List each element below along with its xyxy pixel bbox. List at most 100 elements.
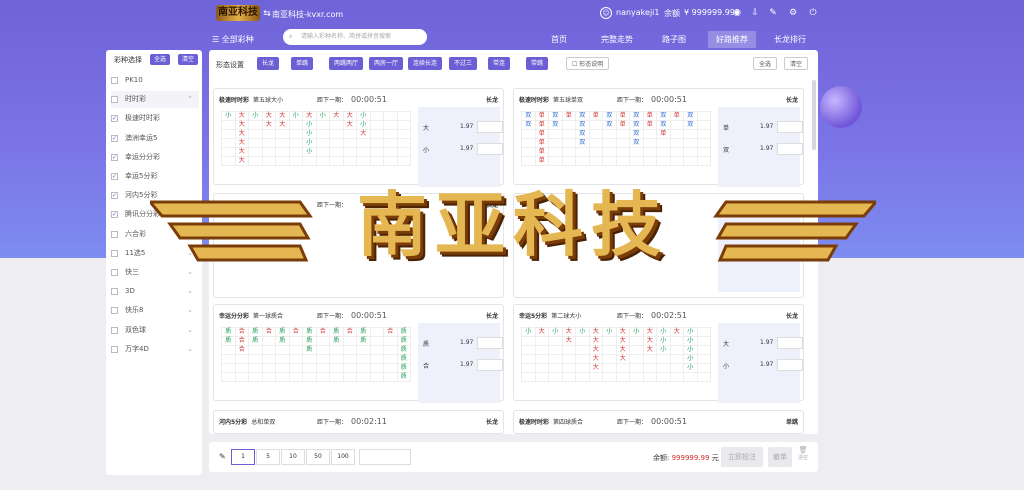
road-cell bbox=[315, 138, 330, 148]
edit-amount-icon[interactable]: ✎ bbox=[219, 452, 226, 461]
checkbox-icon[interactable] bbox=[111, 307, 118, 315]
trend-card[interactable]: 幸运5分彩 第二球大小 距下一期： 00:02:51 长龙小大小大小大小大小大小大小大大… bbox=[513, 304, 804, 403]
sidebar-item[interactable]: PK10 bbox=[111, 72, 199, 89]
checkbox-icon[interactable]: ✓ bbox=[111, 153, 118, 161]
checkbox-icon[interactable] bbox=[111, 269, 118, 276]
bet-amount-input[interactable] bbox=[777, 121, 803, 133]
pattern-filter-button[interactable]: 带跳 bbox=[526, 57, 549, 70]
checkbox-icon[interactable]: ✓ bbox=[111, 115, 118, 123]
checkbox-icon[interactable] bbox=[111, 288, 118, 296]
eye-icon[interactable]: ◉ bbox=[732, 8, 742, 18]
sidebar-clear-button[interactable]: 清空 bbox=[178, 54, 199, 65]
checkbox-icon[interactable]: ✓ bbox=[111, 173, 118, 180]
nav-home[interactable]: 首页 bbox=[551, 34, 567, 45]
power-icon[interactable]: ⏻ bbox=[808, 8, 818, 18]
road-cell bbox=[602, 372, 617, 382]
trend-card[interactable]: 河内5分彩 总和单双 距下一期： 00:02:11 长龙 bbox=[213, 410, 504, 434]
nav-recommended[interactable]: 好路推荐 bbox=[708, 31, 756, 48]
nav-road-chart[interactable]: 路子图 bbox=[662, 34, 686, 45]
trend-card[interactable]: 幸运分分彩 第一球质合 距下一期： 00:00:51 长龙质合质合质合质合质合质合质质合… bbox=[213, 304, 504, 403]
quick-amount-button[interactable]: 10 bbox=[281, 449, 305, 465]
sidebar-item[interactable]: ✓ 极速时时彩 bbox=[111, 110, 199, 127]
bet-amount-input[interactable] bbox=[477, 359, 503, 371]
cancel-bet-button[interactable]: 撤单 bbox=[768, 447, 792, 467]
scrollbar[interactable] bbox=[812, 80, 816, 150]
bet-amount-input[interactable] bbox=[477, 121, 503, 133]
sidebar-item[interactable]: 万字4D ⌄ bbox=[111, 341, 199, 358]
card-countdown: 距下一期： 00:00:51 bbox=[617, 95, 687, 104]
all-categories-button[interactable]: ☰ 全部彩种 bbox=[212, 34, 254, 45]
road-cell: 双 bbox=[629, 129, 644, 139]
filter-select-all-button[interactable]: 全选 bbox=[753, 57, 778, 70]
bet-amount-input[interactable] bbox=[477, 337, 503, 349]
road-cell bbox=[642, 147, 657, 157]
checkbox-icon[interactable] bbox=[111, 96, 118, 104]
road-cell bbox=[315, 120, 330, 130]
nav-streak-rank[interactable]: 长龙排行 bbox=[774, 34, 806, 45]
search-input[interactable]: ⌕ 请输入彩种名称、简拼或拼音搜索 bbox=[283, 29, 427, 45]
chevron-down-icon: ⌄ bbox=[187, 306, 193, 315]
download-icon[interactable]: ⇩ bbox=[750, 8, 760, 18]
road-cell: 质 bbox=[356, 327, 371, 337]
checkbox-icon[interactable] bbox=[111, 345, 118, 353]
clear-bet-button[interactable]: 🗑 清空 bbox=[798, 446, 808, 461]
filter-label: 形态设置 bbox=[216, 61, 244, 69]
pattern-filter-button[interactable]: 两跳两厅 bbox=[329, 57, 364, 70]
settings-icon[interactable]: ⚙ bbox=[788, 8, 798, 18]
checkbox-icon[interactable] bbox=[111, 326, 118, 334]
pattern-filter-button[interactable]: 长龙 bbox=[257, 57, 280, 70]
quick-amount-button[interactable]: 50 bbox=[306, 449, 330, 465]
checkbox-icon[interactable] bbox=[111, 230, 118, 238]
trend-card[interactable]: 极速时时彩 第四球质合 距下一期： 00:00:51 单跳 bbox=[513, 410, 804, 434]
sidebar-item[interactable]: ✓ 澳洲幸运5 bbox=[111, 130, 199, 147]
bet-amount-input[interactable] bbox=[477, 143, 503, 155]
checkbox-icon[interactable]: ✓ bbox=[111, 211, 118, 219]
nav-full-trend[interactable]: 完整走势 bbox=[601, 34, 633, 45]
road-cell bbox=[602, 354, 617, 364]
checkbox-icon[interactable] bbox=[111, 77, 118, 84]
sidebar-select-all-button[interactable]: 全选 bbox=[150, 54, 171, 65]
bet-amount-input[interactable] bbox=[777, 337, 803, 349]
road-cell bbox=[288, 336, 303, 346]
road-cell: 大 bbox=[342, 120, 357, 130]
odds-value: 1.97 bbox=[460, 145, 474, 152]
quick-amount-button[interactable]: 100 bbox=[331, 449, 355, 465]
pattern-filter-button[interactable]: 不过三 bbox=[449, 57, 478, 70]
road-cell bbox=[369, 129, 384, 139]
username[interactable]: nanyakeji1 bbox=[616, 8, 659, 17]
sidebar-item[interactable]: 快乐8 ⌄ bbox=[111, 302, 199, 319]
road-cell bbox=[342, 129, 357, 139]
sidebar-item[interactable]: 时时彩 ⌃ bbox=[111, 91, 199, 109]
road-cell bbox=[248, 345, 263, 355]
site-logo[interactable]: 南亚科技 bbox=[216, 5, 260, 21]
road-cell bbox=[275, 372, 290, 382]
road-cell bbox=[275, 138, 290, 148]
checkbox-icon[interactable] bbox=[111, 249, 118, 257]
road-cell: 小 bbox=[683, 336, 698, 346]
pattern-filter-button[interactable]: 连续长连 bbox=[408, 57, 443, 70]
card-position: 第一球质合 bbox=[253, 313, 284, 320]
road-cell bbox=[588, 120, 603, 130]
edit-icon[interactable]: ✎ bbox=[768, 8, 778, 18]
pattern-filter-button[interactable]: 单跳 bbox=[291, 57, 314, 70]
road-cell bbox=[356, 147, 371, 157]
road-cell bbox=[234, 363, 249, 373]
bet-amount-input[interactable] bbox=[777, 359, 803, 371]
quick-amount-button[interactable]: 1 bbox=[231, 449, 255, 465]
pattern-explain-button[interactable]: ☐ 形态说明 bbox=[566, 57, 610, 70]
bet-amount-input[interactable] bbox=[777, 143, 803, 155]
pattern-filter-button[interactable]: 带连 bbox=[488, 57, 511, 70]
amount-input[interactable] bbox=[359, 449, 411, 465]
road-cell: 单 bbox=[534, 129, 549, 139]
checkbox-icon[interactable]: ✓ bbox=[111, 134, 118, 142]
submit-bet-button[interactable]: 立即投注 bbox=[721, 447, 763, 467]
sidebar-item[interactable]: 双色球 ⌄ bbox=[111, 322, 199, 339]
quick-amount-button[interactable]: 5 bbox=[256, 449, 280, 465]
card-header: 极速时时彩 第五球大小 距下一期： 00:00:51 长龙 bbox=[219, 95, 498, 105]
pattern-filter-button[interactable]: 两房一厅 bbox=[369, 57, 404, 70]
checkbox-icon[interactable]: ✓ bbox=[111, 192, 118, 200]
filter-clear-button[interactable]: 清空 bbox=[784, 57, 809, 70]
road-cell: 大 bbox=[588, 345, 603, 355]
user-avatar-icon[interactable]: ☺ bbox=[600, 7, 612, 19]
road-cell: 质 bbox=[329, 327, 344, 337]
